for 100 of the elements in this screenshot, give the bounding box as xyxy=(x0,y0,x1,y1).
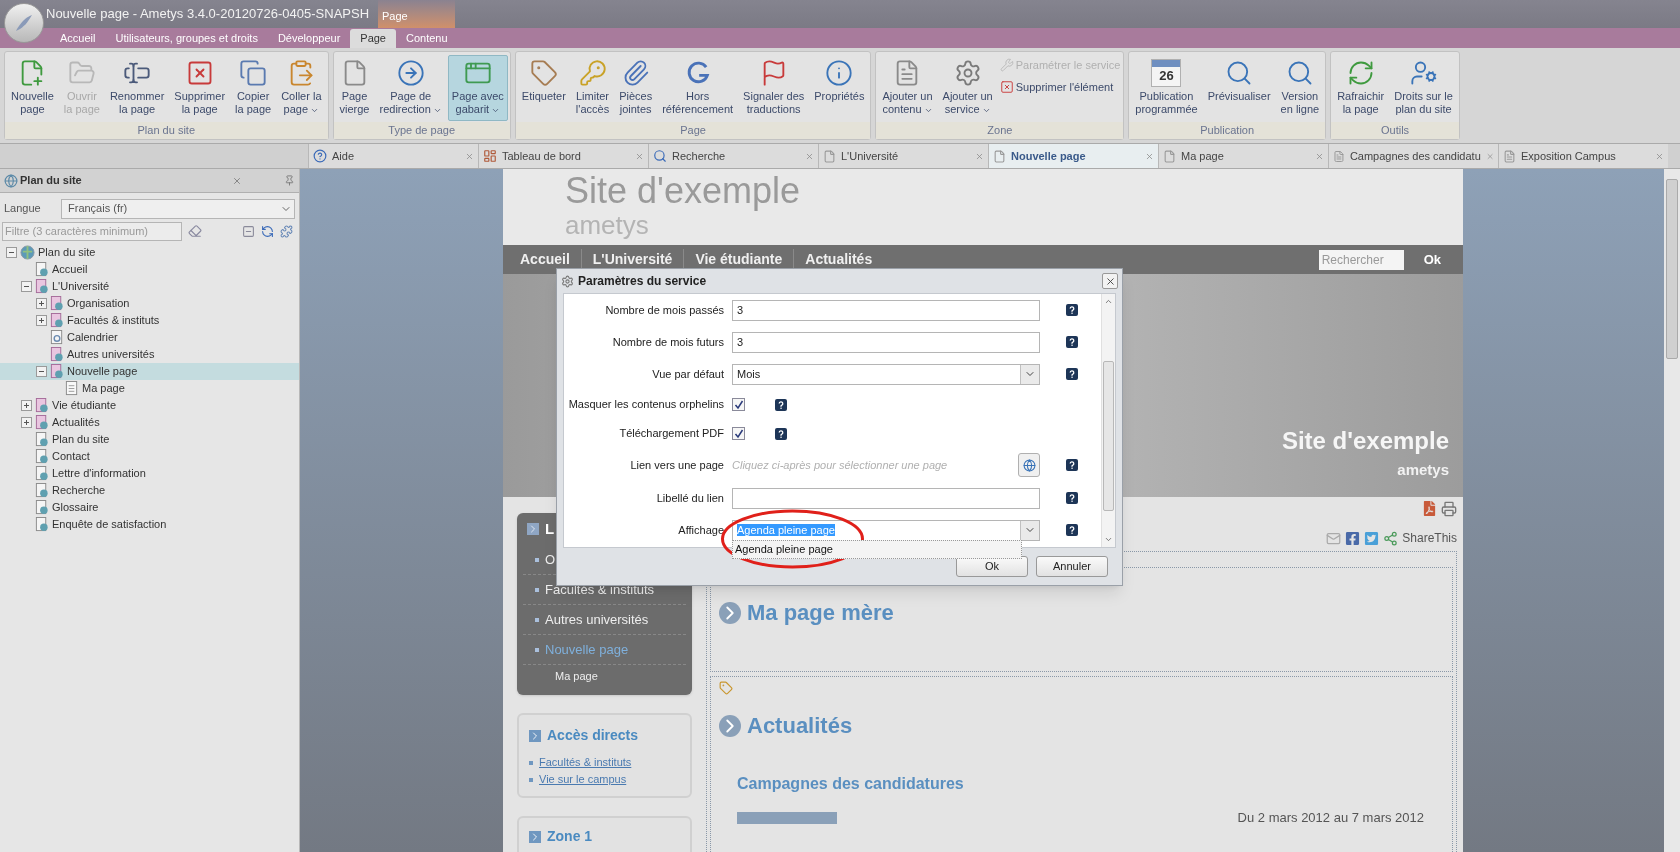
tree-item[interactable]: Contact xyxy=(0,448,299,465)
ribbon-button[interactable]: Etiqueter xyxy=(517,55,570,121)
facebook-icon[interactable] xyxy=(1345,530,1361,546)
tree-item[interactable]: Actualités xyxy=(0,414,299,431)
dialog-button[interactable]: Annuler xyxy=(1036,556,1108,577)
ribbon-button[interactable]: Signaler des traductions xyxy=(739,55,809,121)
ribbon-tab[interactable]: Utilisateurs, groupes et droits xyxy=(105,29,268,48)
expand-icon[interactable] xyxy=(36,315,47,326)
collapse-icon[interactable] xyxy=(6,247,17,258)
close-icon[interactable] xyxy=(805,151,814,161)
ribbon-tab[interactable]: Développeur xyxy=(267,29,351,48)
scrollbar[interactable] xyxy=(1101,294,1115,547)
refresh-icon[interactable] xyxy=(261,224,274,238)
select-field[interactable]: Mois xyxy=(732,363,1040,385)
close-icon[interactable] xyxy=(975,151,984,161)
text-field[interactable]: 3 xyxy=(732,299,1040,321)
document-tab[interactable]: Campagnes des candidatu xyxy=(1328,144,1498,168)
checkbox[interactable] xyxy=(732,427,745,440)
close-icon[interactable] xyxy=(232,175,242,186)
search-field[interactable]: Rechercher xyxy=(1318,249,1404,270)
ribbon-button[interactable]: 26 Publication programmée xyxy=(1131,55,1202,121)
document-tab[interactable]: L'Université xyxy=(818,144,988,168)
close-icon[interactable] xyxy=(1145,151,1154,161)
tree-item[interactable]: Organisation xyxy=(0,295,299,312)
share-icon[interactable] xyxy=(1383,530,1399,546)
print-icon[interactable] xyxy=(1441,501,1457,517)
checkbox[interactable] xyxy=(732,398,745,411)
ribbon-tab[interactable]: Contenu xyxy=(396,29,458,48)
help-icon[interactable] xyxy=(775,427,787,440)
help-icon[interactable] xyxy=(1066,459,1078,471)
close-icon[interactable] xyxy=(1655,151,1664,161)
ribbon-button[interactable]: Page de redirection xyxy=(375,55,446,121)
help-icon[interactable] xyxy=(1066,524,1078,536)
close-icon[interactable] xyxy=(1315,151,1324,161)
tree-item[interactable]: Recherche xyxy=(0,482,299,499)
tree-item[interactable]: Calendrier xyxy=(0,329,299,346)
scroll-down-icon[interactable] xyxy=(1104,535,1113,544)
side-nav-link[interactable]: Autres universités xyxy=(523,605,686,635)
tree-item[interactable]: Plan du site xyxy=(0,244,299,261)
expand-icon[interactable] xyxy=(21,400,32,411)
close-icon[interactable] xyxy=(465,151,474,161)
help-icon[interactable] xyxy=(775,398,787,411)
ribbon-button[interactable]: Copier la page xyxy=(231,55,276,121)
ribbon-small-button[interactable]: Supprimer l'élément xyxy=(998,77,1122,96)
tree-item[interactable]: Facultés & instituts xyxy=(0,312,299,329)
ribbon-button[interactable]: Pièces jointes xyxy=(615,55,657,121)
expand-icon[interactable] xyxy=(21,417,32,428)
help-icon[interactable] xyxy=(1066,304,1078,316)
document-tab[interactable]: Nouvelle page xyxy=(988,144,1158,168)
tree-item[interactable]: Nouvelle page xyxy=(0,363,299,380)
help-icon[interactable] xyxy=(1066,492,1078,504)
quick-link[interactable]: Vie sur le campus xyxy=(539,771,627,788)
globe-button[interactable] xyxy=(1018,453,1040,477)
ribbon-button[interactable]: Nouvelle page xyxy=(7,55,58,121)
close-button[interactable] xyxy=(1102,273,1118,289)
collapse-icon[interactable] xyxy=(36,366,47,377)
ribbon-button[interactable]: Renommer la page xyxy=(105,55,169,121)
language-select[interactable]: Français (fr) xyxy=(61,198,295,219)
twitter-icon[interactable] xyxy=(1364,530,1380,546)
ribbon-button[interactable]: Version en ligne xyxy=(1276,55,1324,121)
ribbon-button[interactable]: Hors référencement xyxy=(658,55,738,121)
ribbon-button[interactable]: Droits sur le plan du site xyxy=(1390,55,1457,121)
close-icon[interactable] xyxy=(635,151,644,161)
document-tab[interactable]: Aide xyxy=(308,144,478,168)
document-tab[interactable]: Tableau de bord xyxy=(478,144,648,168)
tree-item[interactable]: Enquête de satisfaction xyxy=(0,516,299,533)
mail-icon[interactable] xyxy=(1326,530,1342,546)
ribbon-button[interactable]: Prévisualiser xyxy=(1203,55,1275,121)
ribbon-button[interactable]: Ajouter un contenu xyxy=(878,55,937,121)
pin-icon[interactable] xyxy=(284,175,295,186)
ribbon-button[interactable]: Page avec gabarit xyxy=(447,55,508,121)
search-button[interactable]: Ok xyxy=(1423,249,1441,270)
ribbon-button[interactable]: Page vierge xyxy=(335,55,374,121)
help-icon[interactable] xyxy=(1066,368,1078,380)
scroll-up-icon[interactable] xyxy=(1104,297,1113,306)
side-nav-link[interactable]: Ma page xyxy=(523,665,686,687)
filter-field[interactable]: Filtre (3 caractères minimum) xyxy=(2,221,182,241)
tree-item[interactable]: Plan du site xyxy=(0,431,299,448)
eraser-icon[interactable] xyxy=(188,224,202,238)
help-icon[interactable] xyxy=(1066,336,1078,348)
expand-icon[interactable] xyxy=(36,298,47,309)
document-tab[interactable]: Exposition Campus xyxy=(1498,144,1668,168)
tree-item[interactable]: Vie étudiante xyxy=(0,397,299,414)
ribbon-button[interactable]: Coller la page xyxy=(277,55,326,121)
puzzle-icon[interactable] xyxy=(280,224,293,238)
quick-link[interactable]: Facultés & instituts xyxy=(539,754,632,771)
ribbon-button[interactable]: Limiter l'accès xyxy=(571,55,614,121)
ribbon-button[interactable]: Rafraichir la page xyxy=(1333,55,1389,121)
document-tab[interactable]: Recherche xyxy=(648,144,818,168)
ribbon-tab[interactable]: Accueil xyxy=(50,29,106,48)
nav-link[interactable]: Accueil xyxy=(509,249,581,270)
dropdown-option[interactable]: Agenda pleine page xyxy=(733,541,1021,558)
ribbon-button[interactable]: Ajouter un service xyxy=(938,55,997,121)
pdf-icon[interactable] xyxy=(1422,501,1437,516)
collapse-all-icon[interactable] xyxy=(242,224,255,238)
ribbon-button[interactable]: Supprimer la page xyxy=(170,55,230,121)
document-tab[interactable]: Ma page xyxy=(1158,144,1328,168)
scrollbar[interactable] xyxy=(1664,169,1680,852)
tree-item[interactable]: Lettre d'information xyxy=(0,465,299,482)
text-field[interactable]: 3 xyxy=(732,331,1040,353)
